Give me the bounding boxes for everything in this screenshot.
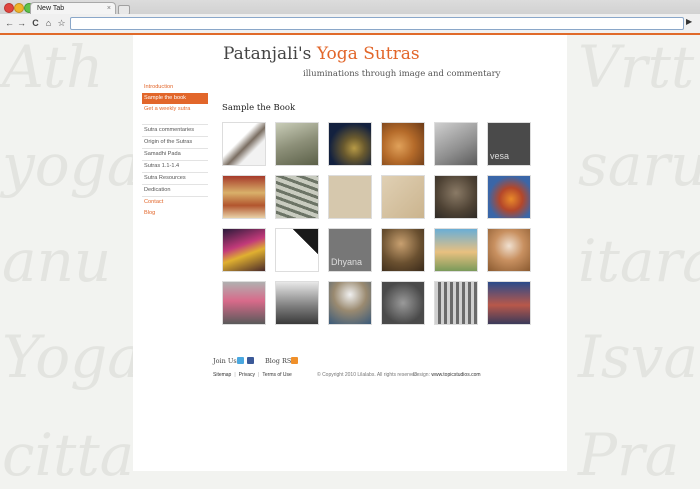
tab-title: New Tab: [37, 5, 65, 12]
sidebar-nav: Introduction Sample the book Get a weekl…: [142, 82, 208, 219]
design-link[interactable]: www.topicstudios.com: [431, 372, 480, 378]
page-container: Patanjali's Yoga Sutras illuminations th…: [133, 35, 567, 471]
gallery-thumbnail[interactable]: [381, 281, 425, 325]
site-tagline: illuminations through image and commenta…: [303, 69, 501, 79]
gallery-thumbnail[interactable]: [434, 122, 478, 166]
gallery-thumbnail[interactable]: [381, 228, 425, 272]
nav-item-sutras-1-1-1-4[interactable]: Sutras 1.1-1.4: [142, 161, 208, 173]
gallery-thumbnail[interactable]: [222, 175, 266, 219]
gallery-thumbnail[interactable]: [381, 175, 425, 219]
gallery-thumbnail[interactable]: [328, 175, 372, 219]
gallery-thumbnail[interactable]: [487, 281, 531, 325]
nav-item-introduction[interactable]: Introduction: [142, 82, 208, 93]
site-title-accent: Yoga Sutras: [316, 44, 420, 64]
site-title[interactable]: Patanjali's Yoga Sutras: [223, 44, 420, 64]
design-label: Design:: [413, 372, 432, 378]
nav-item-sample-the-book[interactable]: Sample the book: [142, 93, 208, 104]
thumbnail-caption: Dhyana: [331, 257, 363, 267]
gallery-thumbnail[interactable]: [381, 122, 425, 166]
nav-item-weekly-sutra[interactable]: Get a weekly sutra: [142, 104, 208, 115]
watermark-word: itara: [578, 227, 700, 295]
gallery-thumbnail[interactable]: vesa: [487, 122, 531, 166]
thumbnail-caption: vesa: [490, 151, 510, 161]
close-window-button[interactable]: [4, 3, 14, 13]
watermark-word: citta: [2, 421, 135, 489]
section-title: Sample the Book: [222, 103, 296, 113]
bookmark-star-icon[interactable]: ☆: [56, 17, 67, 29]
reload-icon[interactable]: C: [30, 17, 41, 29]
gallery-thumbnail[interactable]: [434, 228, 478, 272]
join-us-label: Join Us:: [213, 357, 239, 365]
design-credit: Design: www.topicstudios.com: [413, 372, 481, 378]
gallery-thumbnail[interactable]: [275, 122, 319, 166]
watermark-word: Isva: [578, 323, 699, 391]
minimize-window-button[interactable]: [14, 3, 24, 13]
nav-item-sutra-resources[interactable]: Sutra Resources: [142, 173, 208, 185]
watermark-word: Ath: [2, 33, 104, 101]
gallery-thumbnail[interactable]: [275, 281, 319, 325]
gallery-thumbnail[interactable]: Dhyana: [328, 228, 372, 272]
watermark-word: Pra: [578, 421, 680, 489]
go-arrow-icon[interactable]: ▶: [686, 17, 692, 26]
back-arrow-icon[interactable]: ←: [4, 17, 15, 29]
gallery-thumbnail[interactable]: [487, 228, 531, 272]
watermark-word: saru: [578, 131, 700, 199]
nav-item-samadhi-pada[interactable]: Samadhi Pada: [142, 149, 208, 161]
footer-separator: |: [234, 372, 236, 378]
nav-item-sutra-commentaries[interactable]: Sutra commentaries: [142, 124, 208, 137]
footer-separator: |: [258, 372, 260, 378]
forward-arrow-icon[interactable]: →: [16, 17, 27, 29]
watermark-word: Yoga: [2, 323, 142, 391]
privacy-link[interactable]: Privacy: [239, 372, 255, 378]
address-bar[interactable]: [70, 17, 684, 30]
sitemap-link[interactable]: Sitemap: [213, 372, 231, 378]
copyright-text: © Copyright 2010 Lilalabs. All rights re…: [317, 372, 417, 378]
home-icon[interactable]: ⌂: [43, 17, 54, 29]
gallery-thumbnail[interactable]: [275, 228, 319, 272]
terms-link[interactable]: Terms of Use: [262, 372, 291, 378]
footer-links: Sitemap | Privacy | Terms of Use: [213, 372, 292, 378]
gallery-thumbnail[interactable]: [328, 281, 372, 325]
site-title-main: Patanjali's: [223, 44, 317, 64]
gallery-thumbnail[interactable]: [487, 175, 531, 219]
twitter-icon[interactable]: [237, 357, 244, 364]
watermark-word: yoga: [2, 131, 142, 199]
gallery-thumbnail[interactable]: [222, 228, 266, 272]
gallery-thumbnail[interactable]: [222, 122, 266, 166]
nav-item-blog[interactable]: Blog: [142, 208, 208, 219]
gallery-thumbnail[interactable]: [275, 175, 319, 219]
nav-item-contact[interactable]: Contact: [142, 197, 208, 208]
facebook-icon[interactable]: [247, 357, 254, 364]
rss-icon[interactable]: [291, 357, 298, 364]
gallery-thumbnail[interactable]: [434, 281, 478, 325]
gallery-thumbnail[interactable]: [222, 281, 266, 325]
browser-toolbar: ← → C ⌂ ☆ ▶: [0, 14, 700, 33]
thumbnail-grid: vesa Dhyana: [222, 122, 532, 326]
nav-item-dedication[interactable]: Dedication: [142, 185, 208, 197]
nav-item-origin[interactable]: Origin of the Sutras: [142, 137, 208, 149]
tab-bar: New Tab ×: [0, 0, 700, 15]
gallery-thumbnail[interactable]: [328, 122, 372, 166]
gallery-thumbnail[interactable]: [434, 175, 478, 219]
watermark-word: Vrtt: [578, 33, 695, 101]
browser-chrome: New Tab × ← → C ⌂ ☆ ▶: [0, 0, 700, 35]
browser-tab[interactable]: New Tab ×: [30, 2, 116, 14]
watermark-word: anu: [2, 227, 112, 295]
